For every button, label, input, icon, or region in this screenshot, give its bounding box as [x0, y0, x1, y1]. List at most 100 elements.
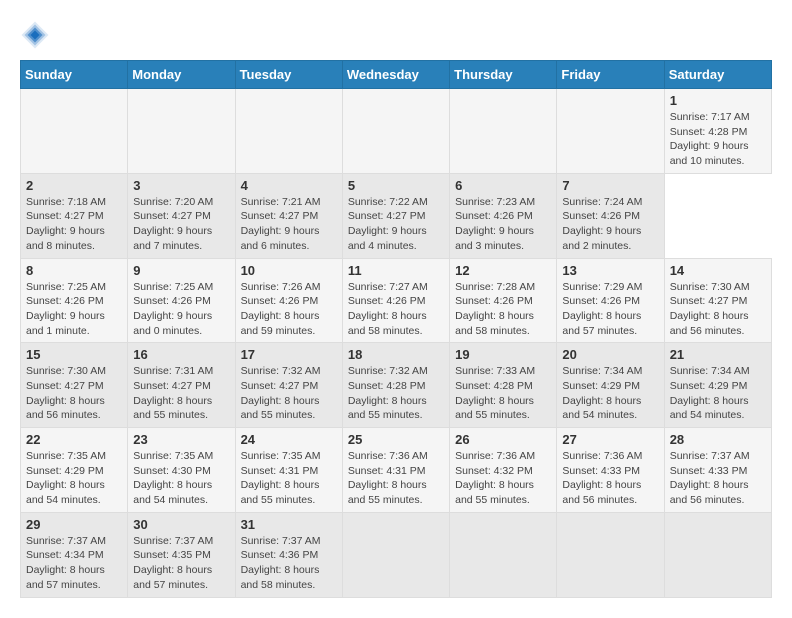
day-info: Sunrise: 7:35 AMSunset: 4:30 PMDaylight:…	[133, 449, 229, 508]
empty-cell	[450, 89, 557, 174]
day-number: 22	[26, 432, 122, 447]
day-info: Sunrise: 7:18 AMSunset: 4:27 PMDaylight:…	[26, 195, 122, 254]
calendar-day-19: 19Sunrise: 7:33 AMSunset: 4:28 PMDayligh…	[450, 343, 557, 428]
day-number: 25	[348, 432, 444, 447]
calendar-day-26: 26Sunrise: 7:36 AMSunset: 4:32 PMDayligh…	[450, 428, 557, 513]
calendar-day-21: 21 Sunrise: 7:34 AMSunset: 4:29 PMDayligh…	[664, 343, 771, 428]
day-info: Sunrise: 7:25 AMSunset: 4:26 PMDaylight:…	[133, 280, 229, 339]
day-info: Sunrise: 7:33 AMSunset: 4:28 PMDaylight:…	[455, 364, 551, 423]
calendar-week-3: 8 Sunrise: 7:25 AMSunset: 4:26 PMDaylight…	[21, 258, 772, 343]
day-info: Sunrise: 7:34 AMSunset: 4:29 PMDaylight:…	[562, 364, 658, 423]
calendar-day-15: 15Sunrise: 7:30 AMSunset: 4:27 PMDayligh…	[21, 343, 128, 428]
calendar-day-18: 18Sunrise: 7:32 AMSunset: 4:28 PMDayligh…	[342, 343, 449, 428]
calendar-day-22: 22 Sunrise: 7:35 AMSunset: 4:29 PMDayligh…	[21, 428, 128, 513]
day-info: Sunrise: 7:37 AMSunset: 4:34 PMDaylight:…	[26, 534, 122, 593]
col-header-wednesday: Wednesday	[342, 61, 449, 89]
day-number: 3	[133, 178, 229, 193]
calendar-day-14: 14 Sunrise: 7:30 AMSunset: 4:27 PMDayligh…	[664, 258, 771, 343]
calendar-day-24: 24Sunrise: 7:35 AMSunset: 4:31 PMDayligh…	[235, 428, 342, 513]
calendar-day-27: 27Sunrise: 7:36 AMSunset: 4:33 PMDayligh…	[557, 428, 664, 513]
calendar-day-28: 28 Sunrise: 7:37 AMSunset: 4:33 PMDayligh…	[664, 428, 771, 513]
day-info: Sunrise: 7:30 AMSunset: 4:27 PMDaylight:…	[670, 280, 766, 339]
calendar-day-31: 31 Sunrise: 7:37 AMSunset: 4:36 PMDayligh…	[235, 512, 342, 597]
day-number: 5	[348, 178, 444, 193]
empty-cell	[557, 89, 664, 174]
calendar-day-11: 11Sunrise: 7:27 AMSunset: 4:26 PMDayligh…	[342, 258, 449, 343]
day-number: 28	[670, 432, 766, 447]
calendar-header-row: SundayMondayTuesdayWednesdayThursdayFrid…	[21, 61, 772, 89]
calendar-day-8: 8 Sunrise: 7:25 AMSunset: 4:26 PMDaylight…	[21, 258, 128, 343]
day-number: 31	[241, 517, 337, 532]
empty-cell	[450, 512, 557, 597]
day-number: 15	[26, 347, 122, 362]
day-info: Sunrise: 7:21 AMSunset: 4:27 PMDaylight:…	[241, 195, 337, 254]
col-header-saturday: Saturday	[664, 61, 771, 89]
day-info: Sunrise: 7:37 AMSunset: 4:36 PMDaylight:…	[241, 534, 337, 593]
calendar-day-4: 4 Sunrise: 7:21 AMSunset: 4:27 PMDaylight…	[235, 173, 342, 258]
calendar-day-6: 6 Sunrise: 7:23 AMSunset: 4:26 PMDaylight…	[450, 173, 557, 258]
calendar-day-2: 2Sunrise: 7:18 AMSunset: 4:27 PMDaylight…	[21, 173, 128, 258]
day-info: Sunrise: 7:20 AMSunset: 4:27 PMDaylight:…	[133, 195, 229, 254]
day-number: 4	[241, 178, 337, 193]
calendar-week-2: 2Sunrise: 7:18 AMSunset: 4:27 PMDaylight…	[21, 173, 772, 258]
day-info: Sunrise: 7:28 AMSunset: 4:26 PMDaylight:…	[455, 280, 551, 339]
col-header-thursday: Thursday	[450, 61, 557, 89]
day-number: 10	[241, 263, 337, 278]
day-info: Sunrise: 7:27 AMSunset: 4:26 PMDaylight:…	[348, 280, 444, 339]
day-number: 13	[562, 263, 658, 278]
day-number: 12	[455, 263, 551, 278]
day-info: Sunrise: 7:37 AMSunset: 4:35 PMDaylight:…	[133, 534, 229, 593]
logo-icon	[20, 20, 50, 50]
calendar-day-16: 16Sunrise: 7:31 AMSunset: 4:27 PMDayligh…	[128, 343, 235, 428]
calendar-day-23: 23Sunrise: 7:35 AMSunset: 4:30 PMDayligh…	[128, 428, 235, 513]
calendar-week-5: 22 Sunrise: 7:35 AMSunset: 4:29 PMDayligh…	[21, 428, 772, 513]
day-number: 1	[670, 93, 766, 108]
calendar-day-9: 9 Sunrise: 7:25 AMSunset: 4:26 PMDaylight…	[128, 258, 235, 343]
calendar-table: SundayMondayTuesdayWednesdayThursdayFrid…	[20, 60, 772, 598]
calendar-week-1: 1Sunrise: 7:17 AMSunset: 4:28 PMDaylight…	[21, 89, 772, 174]
calendar-day-25: 25Sunrise: 7:36 AMSunset: 4:31 PMDayligh…	[342, 428, 449, 513]
calendar-week-6: 29Sunrise: 7:37 AMSunset: 4:34 PMDayligh…	[21, 512, 772, 597]
col-header-monday: Monday	[128, 61, 235, 89]
day-number: 7	[562, 178, 658, 193]
day-info: Sunrise: 7:24 AMSunset: 4:26 PMDaylight:…	[562, 195, 658, 254]
day-info: Sunrise: 7:35 AMSunset: 4:31 PMDaylight:…	[241, 449, 337, 508]
day-number: 18	[348, 347, 444, 362]
day-number: 8	[26, 263, 122, 278]
empty-cell	[235, 89, 342, 174]
calendar-day-5: 5Sunrise: 7:22 AMSunset: 4:27 PMDaylight…	[342, 173, 449, 258]
calendar-day-7: 7 Sunrise: 7:24 AMSunset: 4:26 PMDaylight…	[557, 173, 664, 258]
empty-cell	[128, 89, 235, 174]
logo	[20, 20, 54, 50]
empty-cell	[557, 512, 664, 597]
day-info: Sunrise: 7:25 AMSunset: 4:26 PMDaylight:…	[26, 280, 122, 339]
day-info: Sunrise: 7:32 AMSunset: 4:27 PMDaylight:…	[241, 364, 337, 423]
calendar-day-20: 20Sunrise: 7:34 AMSunset: 4:29 PMDayligh…	[557, 343, 664, 428]
page-header	[20, 20, 772, 50]
day-info: Sunrise: 7:26 AMSunset: 4:26 PMDaylight:…	[241, 280, 337, 339]
calendar-day-12: 12 Sunrise: 7:28 AMSunset: 4:26 PMDayligh…	[450, 258, 557, 343]
day-info: Sunrise: 7:36 AMSunset: 4:33 PMDaylight:…	[562, 449, 658, 508]
day-number: 16	[133, 347, 229, 362]
day-info: Sunrise: 7:36 AMSunset: 4:32 PMDaylight:…	[455, 449, 551, 508]
day-number: 21	[670, 347, 766, 362]
calendar-day-29: 29Sunrise: 7:37 AMSunset: 4:34 PMDayligh…	[21, 512, 128, 597]
day-number: 9	[133, 263, 229, 278]
day-number: 6	[455, 178, 551, 193]
calendar-day-17: 17 Sunrise: 7:32 AMSunset: 4:27 PMDayligh…	[235, 343, 342, 428]
col-header-friday: Friday	[557, 61, 664, 89]
empty-cell	[342, 89, 449, 174]
empty-cell	[342, 512, 449, 597]
day-info: Sunrise: 7:37 AMSunset: 4:33 PMDaylight:…	[670, 449, 766, 508]
day-number: 17	[241, 347, 337, 362]
col-header-tuesday: Tuesday	[235, 61, 342, 89]
calendar-day-3: 3 Sunrise: 7:20 AMSunset: 4:27 PMDaylight…	[128, 173, 235, 258]
day-info: Sunrise: 7:35 AMSunset: 4:29 PMDaylight:…	[26, 449, 122, 508]
col-header-sunday: Sunday	[21, 61, 128, 89]
day-info: Sunrise: 7:34 AMSunset: 4:29 PMDaylight:…	[670, 364, 766, 423]
day-info: Sunrise: 7:23 AMSunset: 4:26 PMDaylight:…	[455, 195, 551, 254]
calendar-day-30: 30Sunrise: 7:37 AMSunset: 4:35 PMDayligh…	[128, 512, 235, 597]
calendar-day-1: 1Sunrise: 7:17 AMSunset: 4:28 PMDaylight…	[664, 89, 771, 174]
calendar-day-10: 10 Sunrise: 7:26 AMSunset: 4:26 PMDayligh…	[235, 258, 342, 343]
day-number: 14	[670, 263, 766, 278]
